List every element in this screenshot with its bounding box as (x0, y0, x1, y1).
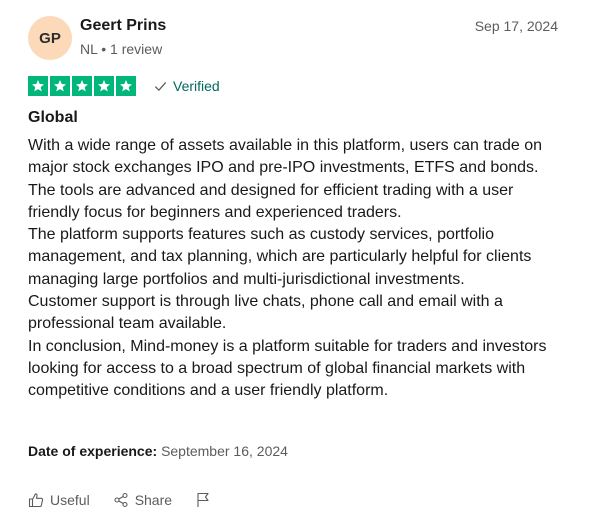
reviewer-name[interactable]: Geert Prins (80, 17, 166, 35)
review-header: GP Geert Prins NL • 1 review Sep 17, 202… (28, 15, 558, 63)
useful-label: Useful (50, 492, 90, 508)
review-paragraph: Customer support is through live chats, … (28, 293, 503, 333)
verified-label: Verified (173, 78, 220, 94)
review-paragraph: With a wide range of assets available in… (28, 137, 543, 177)
star-icon (94, 76, 114, 96)
date-of-experience: Date of experience: September 16, 2024 (28, 443, 288, 459)
star-icon (116, 76, 136, 96)
share-label: Share (134, 492, 173, 508)
review-paragraph: In conclusion, Mind-money is a platform … (28, 337, 547, 400)
flag-icon (197, 492, 209, 507)
star-icon (72, 76, 92, 96)
review-date: Sep 17, 2024 (474, 18, 558, 34)
check-icon (154, 81, 167, 91)
reviewer-meta: NL • 1 review (80, 41, 163, 57)
avatar[interactable]: GP (28, 16, 72, 60)
experience-date: September 16, 2024 (161, 443, 288, 459)
rating-row: Verified (28, 76, 220, 96)
share-button[interactable]: Share (113, 492, 172, 508)
review-actions: Useful Share (28, 492, 240, 508)
review-paragraph: The tools are advanced and designed for … (28, 181, 514, 221)
report-button[interactable] (195, 492, 217, 508)
star-rating (28, 76, 136, 96)
review-paragraph: The platform supports features such as c… (28, 226, 532, 288)
thumbs-up-icon (28, 493, 44, 508)
star-icon (28, 76, 48, 96)
star-icon (50, 76, 70, 96)
review-card: GP Geert Prins NL • 1 review Sep 17, 202… (0, 0, 596, 509)
share-icon (114, 492, 128, 508)
review-title: Global (28, 109, 78, 126)
review-body: With a wide range of assets available in… (28, 135, 568, 403)
useful-button[interactable]: Useful (28, 492, 90, 508)
experience-label: Date of experience: (28, 443, 158, 459)
verified-badge[interactable]: Verified (154, 78, 220, 94)
